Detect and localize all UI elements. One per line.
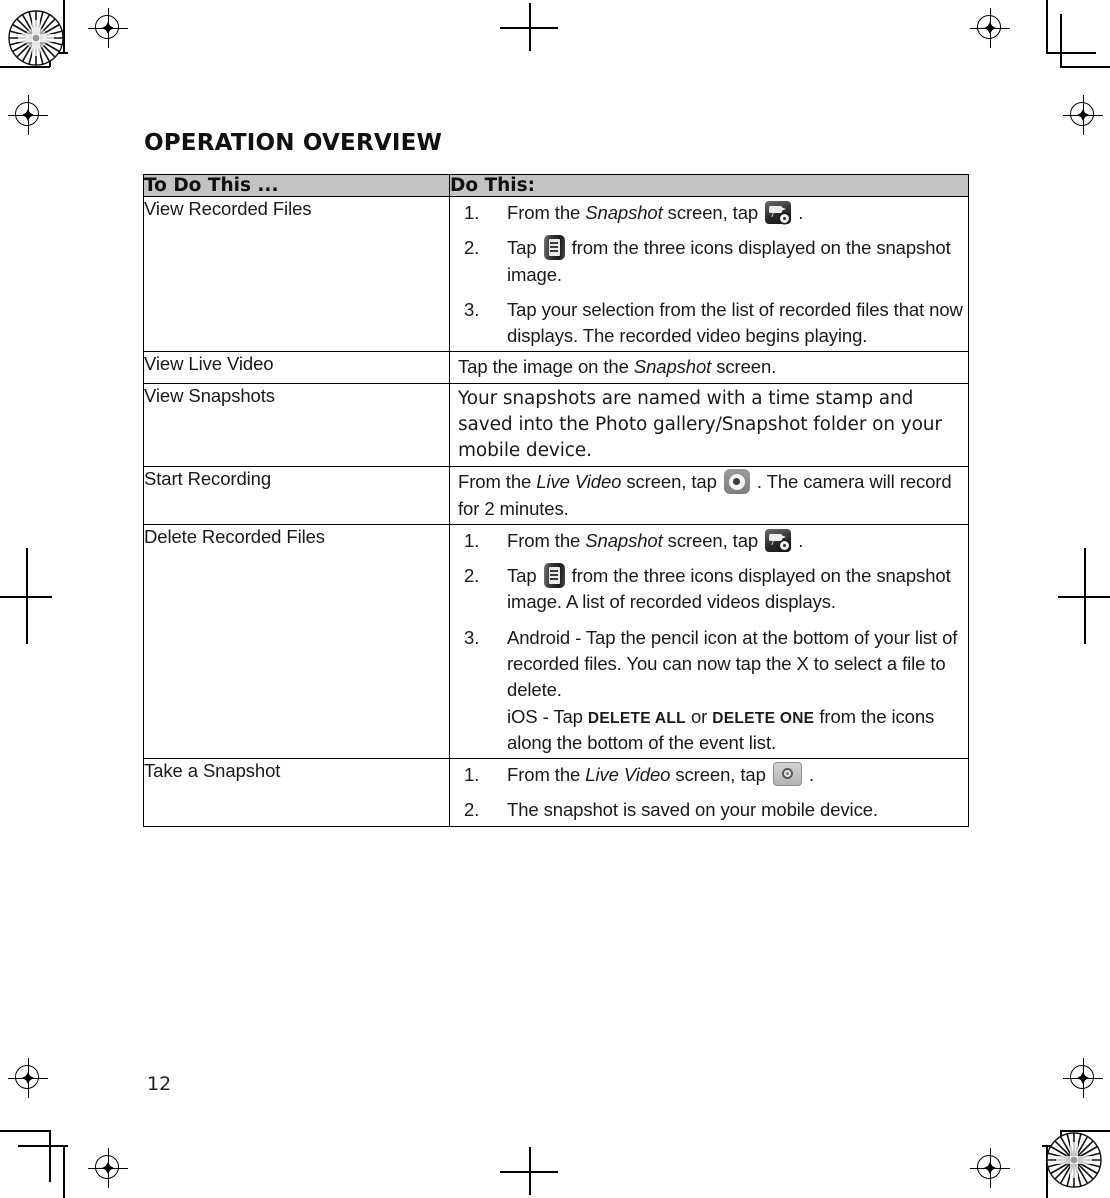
step-list: From the Snapshot screen, tap . Tap from… (450, 528, 968, 756)
row-body-view-snapshots: Your snapshots are named with a time sta… (449, 382, 969, 468)
row-label-view-live-video: View Live Video (143, 351, 450, 384)
step-text-tail: . (803, 764, 814, 786)
step-list: From the Snapshot screen, tap . Tap from… (450, 200, 968, 349)
camcorder-settings-icon (765, 528, 792, 552)
step-text: Tap your selection from the list of reco… (507, 298, 963, 347)
row-body-delete-recorded-files: From the Snapshot screen, tap . Tap from… (449, 523, 969, 760)
rosette-target-top-left (8, 10, 64, 66)
page-content: OPERATION OVERVIEW To Do This ... Do Thi… (143, 130, 969, 827)
step-list: From the Live Video screen, tap . The sn… (450, 762, 968, 824)
step-text: From the (507, 764, 586, 786)
subline-text-mid: or (685, 705, 713, 727)
subline-text: iOS - Tap (507, 705, 588, 727)
step-text-cont: screen, tap (662, 529, 764, 551)
list-item: Tap from the three icons displayed on th… (450, 563, 968, 616)
row-body-start-recording: From the Live Video screen, tap . The ca… (449, 466, 969, 525)
body-text: Tap the image on the (458, 356, 634, 378)
list-item: The snapshot is saved on your mobile dev… (450, 797, 968, 824)
step-text: Android - Tap the pencil icon at the bot… (507, 626, 958, 701)
column-header-to-do-this: To Do This ... (143, 174, 450, 197)
body-text-cont: screen. (711, 356, 777, 378)
rosette-target-bottom-right (1046, 1132, 1102, 1188)
row-body-take-a-snapshot: From the Live Video screen, tap . The sn… (449, 758, 969, 827)
page-title: OPERATION OVERVIEW (144, 130, 443, 156)
row-label-delete-recorded-files: Delete Recorded Files (143, 523, 450, 760)
registration-target-bottom-left (88, 1148, 128, 1188)
body-emphasis: Snapshot (633, 356, 712, 378)
registration-target-top-right (970, 8, 1010, 48)
table-row: Take a Snapshot From the Live Video scre… (143, 758, 969, 827)
column-header-do-this: Do This: (449, 174, 969, 197)
step-text-cont: screen, tap (670, 764, 771, 786)
row-body-view-live-video: Tap the image on the Snapshot screen. (449, 351, 969, 384)
registration-target-left-lower (8, 1058, 48, 1098)
list-item: Tap your selection from the list of reco… (450, 297, 968, 350)
step-text-cont: from the three icons displayed on the sn… (507, 565, 951, 613)
registration-target-bottom-right (970, 1148, 1010, 1188)
row-label-view-snapshots: View Snapshots (143, 382, 450, 468)
table-row: Delete Recorded Files From the Snapshot … (143, 523, 969, 760)
step-emphasis: Snapshot (585, 529, 663, 551)
step-text: From the (507, 202, 586, 223)
step-text: Tap (507, 237, 542, 259)
body-emphasis: Live Video (536, 471, 622, 493)
crop-mark-top-right-vertical-2 (1060, 14, 1062, 67)
step-text-tail: . (793, 529, 804, 551)
registration-target-top-left (88, 8, 128, 48)
step-text-cont: screen, tap (662, 202, 764, 223)
step-emphasis: Snapshot (585, 202, 663, 223)
crop-mark-top-right-horizontal-2 (1060, 66, 1110, 68)
step-text-cont: from the three icons displayed on the sn… (507, 237, 951, 285)
camcorder-settings-icon (765, 201, 792, 224)
table-row: View Live Video Tap the image on the Sna… (143, 351, 969, 384)
table-row: View Recorded Files From the Snapshot sc… (143, 195, 969, 353)
delete-one-label: DELETE ONE (712, 709, 815, 727)
row-label-take-a-snapshot: Take a Snapshot (143, 758, 450, 827)
registration-target-right-lower (1063, 1058, 1103, 1098)
page-number: 12 (147, 1073, 172, 1095)
body-text-cont: screen, tap (621, 471, 722, 493)
list-item: From the Snapshot screen, tap . (450, 528, 968, 555)
step-text: From the (507, 529, 586, 551)
body-paragraph: From the Live Video screen, tap . The ca… (458, 469, 968, 522)
crop-mark-bottom-right-horizontal (1060, 1130, 1110, 1132)
crop-mark-top-right-vertical (1046, 0, 1048, 52)
row-label-start-recording: Start Recording (143, 466, 450, 525)
row-label-view-recorded-files: View Recorded Files (143, 195, 450, 353)
camera-icon (772, 762, 802, 787)
list-icon (543, 235, 565, 261)
row-body-view-recorded-files: From the Snapshot screen, tap . Tap from… (449, 195, 969, 353)
delete-all-label: DELETE ALL (587, 709, 686, 727)
list-icon (543, 563, 565, 589)
crop-mark-top-right-horizontal (1046, 52, 1096, 54)
step-emphasis: Live Video (585, 764, 671, 786)
crop-mark-bottom-left-vertical-2 (63, 1145, 65, 1198)
crop-mark-bottom-left-horizontal (0, 1130, 50, 1132)
table-row: View Snapshots Your snapshots are named … (143, 382, 969, 468)
step-text: Tap (507, 565, 542, 587)
crop-mark-top-left-horizontal-2 (0, 66, 50, 68)
list-item: From the Snapshot screen, tap . (450, 200, 968, 227)
step-text-tail: . (793, 202, 804, 223)
list-item: Tap from the three icons displayed on th… (450, 235, 968, 288)
list-item: Android - Tap the pencil icon at the bot… (450, 625, 968, 756)
table-row: Start Recording From the Live Video scre… (143, 466, 969, 525)
registration-target-left-upper (8, 95, 48, 135)
table-header-row: To Do This ... Do This: (143, 174, 969, 197)
registration-target-right-upper (1063, 95, 1103, 135)
body-text: From the (458, 471, 537, 493)
step-subline: iOS - Tap DELETE ALL or DELETE ONE from … (507, 704, 968, 757)
body-paragraph: Tap the image on the Snapshot screen. (458, 354, 968, 380)
step-text: The snapshot is saved on your mobile dev… (507, 799, 878, 821)
operation-overview-table: To Do This ... Do This: View Recorded Fi… (143, 174, 969, 827)
record-icon (723, 469, 750, 495)
list-item: From the Live Video screen, tap . (450, 762, 968, 789)
crop-mark-bottom-left-vertical (49, 1130, 51, 1182)
crop-mark-bottom-left-horizontal-2 (18, 1145, 68, 1147)
body-paragraph: Your snapshots are named with a time sta… (458, 387, 942, 462)
